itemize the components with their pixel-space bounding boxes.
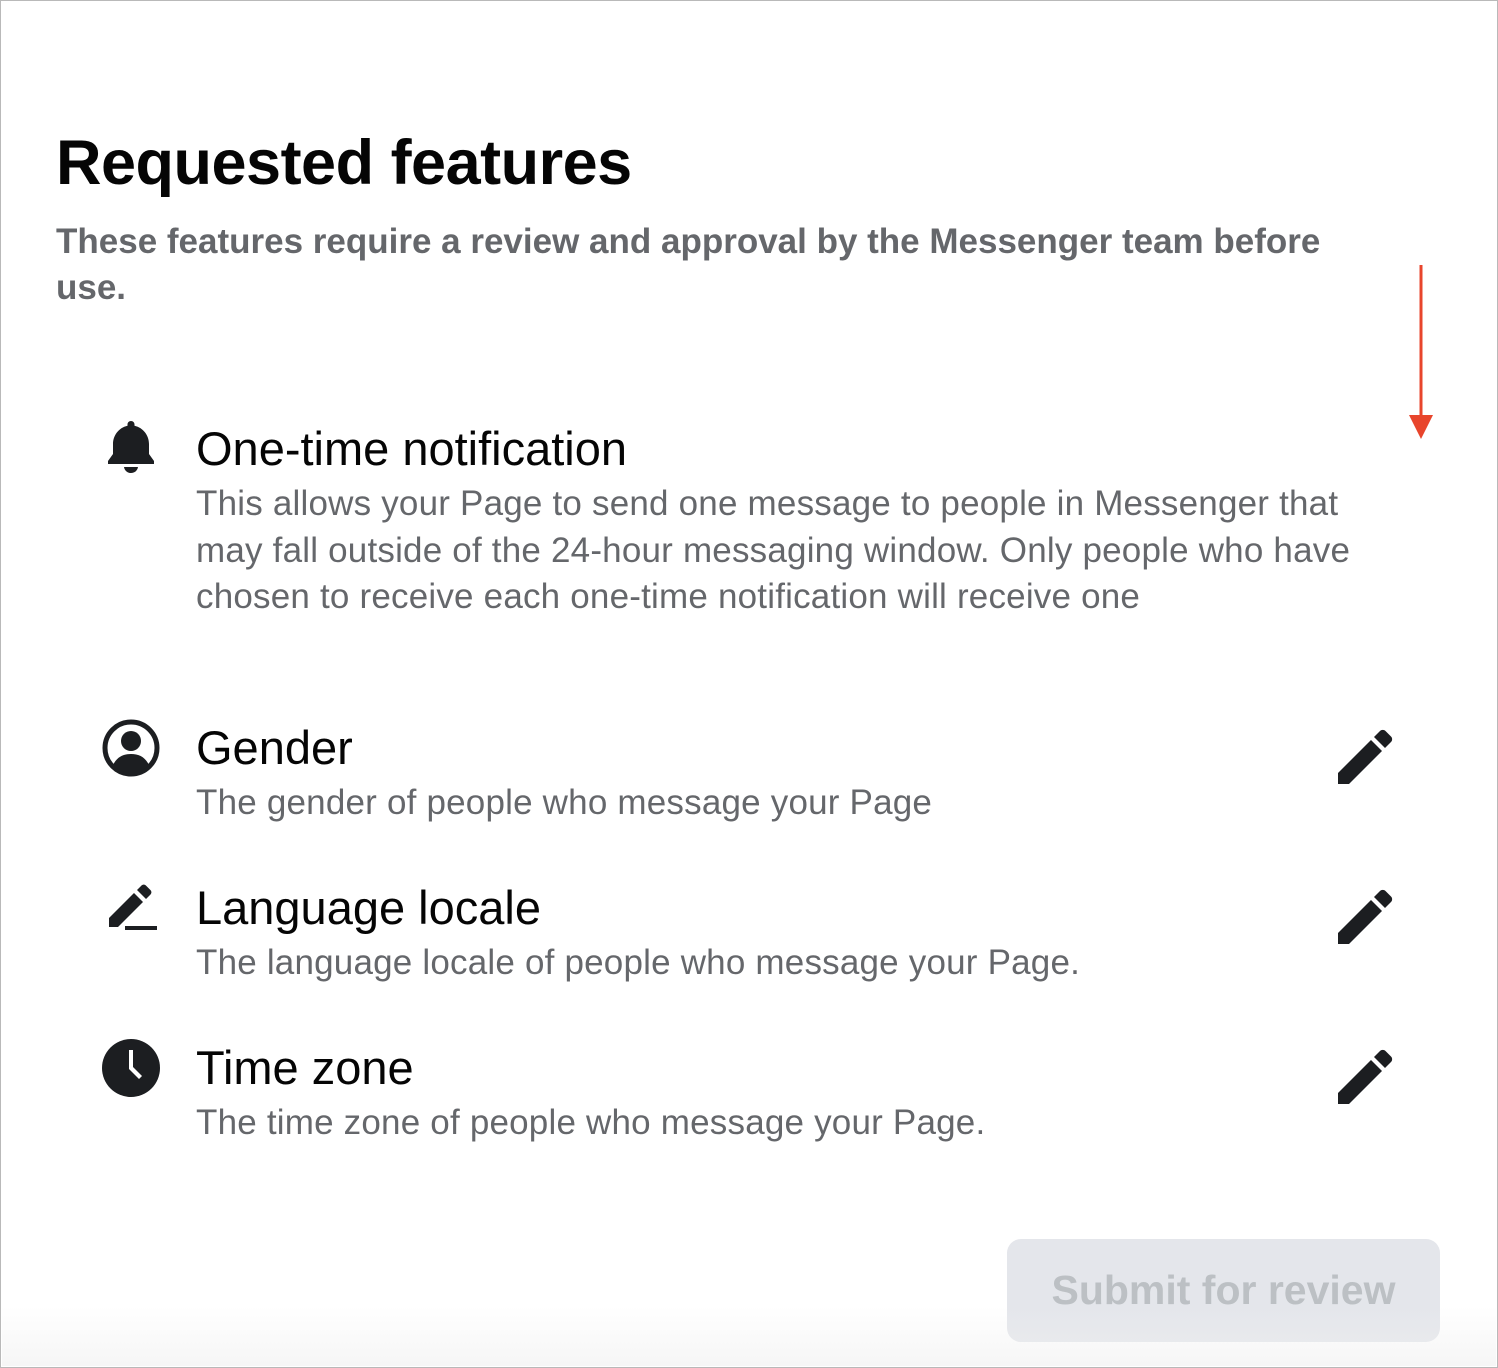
clock-icon [102, 1039, 160, 1097]
page-title: Requested features [56, 128, 632, 198]
submit-for-review-button[interactable]: Submit for review [1007, 1239, 1440, 1342]
page-subtitle: These features require a review and appr… [56, 222, 1321, 307]
down-arrow-icon [1409, 265, 1433, 439]
pencil-icon[interactable] [1332, 726, 1396, 790]
feature-description: The language locale of people who messag… [196, 943, 1081, 982]
feature-name: Language locale [196, 881, 541, 934]
pencil-icon[interactable] [1332, 886, 1396, 950]
bell-icon [108, 421, 154, 473]
pencil-line-icon [109, 884, 157, 930]
feature-name: One-time notification [196, 422, 628, 475]
feature-name: Gender [196, 721, 353, 774]
pencil-icon[interactable] [1332, 1046, 1396, 1110]
feature-description: The time zone of people who message your… [196, 1103, 986, 1142]
user-circle-icon [102, 719, 160, 777]
feature-description: This allows your Page to send one messag… [196, 484, 1351, 616]
feature-description: The gender of people who message your Pa… [196, 783, 933, 822]
feature-name: Time zone [196, 1041, 414, 1094]
dialog-panel: Requested features These features requir… [0, 0, 1498, 1368]
